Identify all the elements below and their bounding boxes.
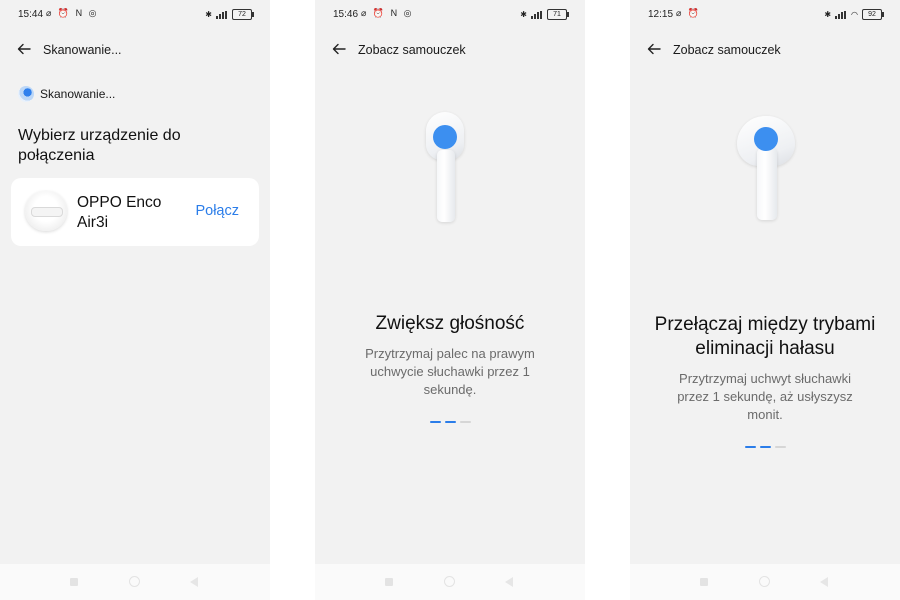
system-nav-bar [0, 564, 270, 600]
status-time: 15:46 [333, 9, 359, 20]
signal-icon [835, 10, 847, 19]
device-list-item[interactable]: OPPO Enco Air3i Połącz [11, 178, 259, 246]
app-bar-title: Zobacz samouczek [673, 43, 781, 57]
wifi-icon: ◠ [851, 10, 858, 19]
notification-icons: ⌀ ⏰ [676, 8, 702, 18]
app-bar: Skanowanie... [0, 38, 270, 62]
status-bar: 15:44 ⌀ ⏰ N ◎ ✱ 72 [0, 0, 270, 30]
scanning-label: Skanowanie... [40, 87, 116, 101]
phone-screen-tutorial-anc: 12:15 ⌀ ⏰ ✱ ◠ 92 Zobacz samouczek Przełą… [630, 0, 900, 600]
notification-icons: ⌀ ⏰ N ◎ [361, 8, 414, 18]
back-arrow-icon[interactable] [331, 41, 347, 57]
tutorial-description: Przytrzymaj palec na prawym uchwycie słu… [365, 346, 535, 397]
tutorial-description: Przytrzymaj uchwyt słuchawki przez 1 sek… [677, 371, 853, 422]
nav-back-button[interactable] [505, 577, 513, 587]
tutorial-title: Przełączaj między trybami eliminacji hał… [654, 314, 876, 359]
page-dot [459, 421, 471, 423]
page-heading: Wybierz urządzenie do połączenia [18, 127, 181, 164]
system-nav-bar [315, 564, 585, 600]
status-right-icons: ✱ 71 [520, 9, 569, 20]
earbud-stem [437, 150, 455, 222]
earbud-illustration [737, 110, 797, 228]
earbud-stem [757, 148, 777, 220]
status-time: 15:44 [18, 9, 44, 20]
bluetooth-icon: ✱ [520, 10, 527, 19]
home-button[interactable] [444, 576, 455, 587]
status-bar: 15:46 ⌀ ⏰ N ◎ ✱ 71 [315, 0, 585, 30]
page-dot [429, 421, 441, 423]
bluetooth-icon: ✱ [205, 10, 212, 19]
back-arrow-icon[interactable] [16, 41, 32, 57]
system-nav-bar [630, 564, 900, 600]
connect-button[interactable]: Połącz [195, 203, 239, 219]
battery-icon: 72 [232, 9, 254, 20]
scanning-status: Skanowanie... [18, 86, 115, 102]
page-indicator [315, 421, 585, 425]
tutorial-title: Zwiększ głośność [375, 313, 525, 334]
home-button[interactable] [759, 576, 770, 587]
signal-icon [531, 10, 543, 19]
app-bar-title: Zobacz samouczek [358, 43, 466, 57]
phone-screen-scanning: 15:44 ⌀ ⏰ N ◎ ✱ 72 Skanowanie... Skanowa… [0, 0, 270, 600]
page-dot [744, 446, 756, 448]
app-bar: Zobacz samouczek [630, 38, 900, 62]
recents-button[interactable] [700, 578, 708, 586]
recents-button[interactable] [385, 578, 393, 586]
status-right-icons: ✱ 72 [205, 9, 254, 20]
recents-button[interactable] [70, 578, 78, 586]
phone-screen-tutorial-volume: 15:46 ⌀ ⏰ N ◎ ✱ 71 Zobacz samouczek Zwię… [315, 0, 585, 600]
battery-icon: 92 [862, 9, 884, 20]
status-time: 12:15 [648, 9, 674, 20]
nav-back-button[interactable] [820, 577, 828, 587]
earbud-illustration [420, 108, 480, 226]
page-dot [444, 421, 456, 423]
scanning-icon [18, 86, 34, 102]
page-dot [774, 446, 786, 448]
earbuds-case-image [25, 191, 67, 231]
touch-point-indicator [433, 125, 457, 149]
battery-icon: 71 [547, 9, 569, 20]
bluetooth-icon: ✱ [824, 10, 832, 19]
page-dot [759, 446, 771, 448]
app-bar-title: Skanowanie... [43, 43, 122, 57]
home-button[interactable] [129, 576, 140, 587]
notification-icons: ⌀ ⏰ N ◎ [46, 8, 99, 18]
app-bar: Zobacz samouczek [315, 38, 585, 62]
signal-icon [216, 10, 228, 19]
device-name: OPPO Enco Air3i [77, 194, 162, 231]
back-arrow-icon[interactable] [646, 41, 662, 57]
nav-back-button[interactable] [190, 577, 198, 587]
status-bar: 12:15 ⌀ ⏰ ✱ ◠ 92 [630, 0, 900, 30]
touch-point-indicator [754, 127, 778, 151]
status-right-icons: ✱ ◠ 92 [824, 9, 884, 20]
page-indicator [630, 446, 900, 450]
